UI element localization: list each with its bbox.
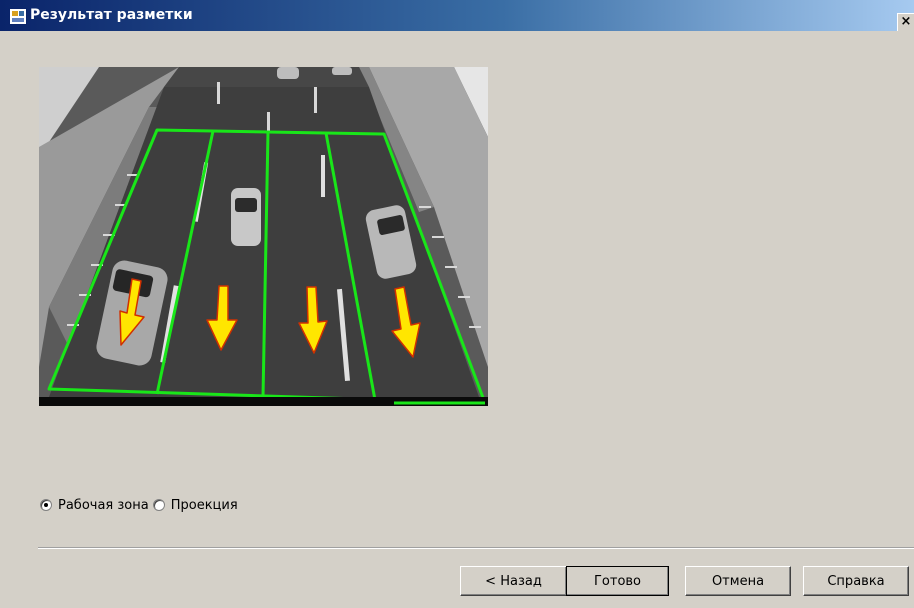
radio-projection-label: Проекция	[170, 497, 238, 513]
road-camera-frame	[39, 67, 488, 406]
radio-work-zone-label: Рабочая зона	[58, 497, 149, 513]
app-window-icon	[9, 8, 27, 25]
title-bar[interactable]: Результат разметки ×	[0, 0, 914, 31]
radio-button-checked[interactable]	[40, 499, 52, 511]
radio-projection[interactable]: Проекция	[152, 497, 238, 513]
done-button[interactable]: Готово	[566, 566, 669, 596]
help-button[interactable]: Справка	[803, 566, 909, 596]
radio-work-zone[interactable]: Рабочая зона	[40, 498, 149, 513]
close-button[interactable]: ×	[897, 13, 914, 31]
window-title: Результат разметки	[30, 7, 193, 23]
radio-button-unchecked[interactable]	[152, 499, 165, 511]
footer-separator	[38, 547, 914, 549]
view-mode-radio-group: Рабочая зона Проекция	[40, 496, 242, 514]
back-button[interactable]: < Назад	[460, 566, 567, 596]
cancel-button[interactable]: Отмена	[685, 566, 791, 596]
close-icon: ×	[900, 14, 912, 29]
markup-preview-image	[39, 67, 488, 406]
